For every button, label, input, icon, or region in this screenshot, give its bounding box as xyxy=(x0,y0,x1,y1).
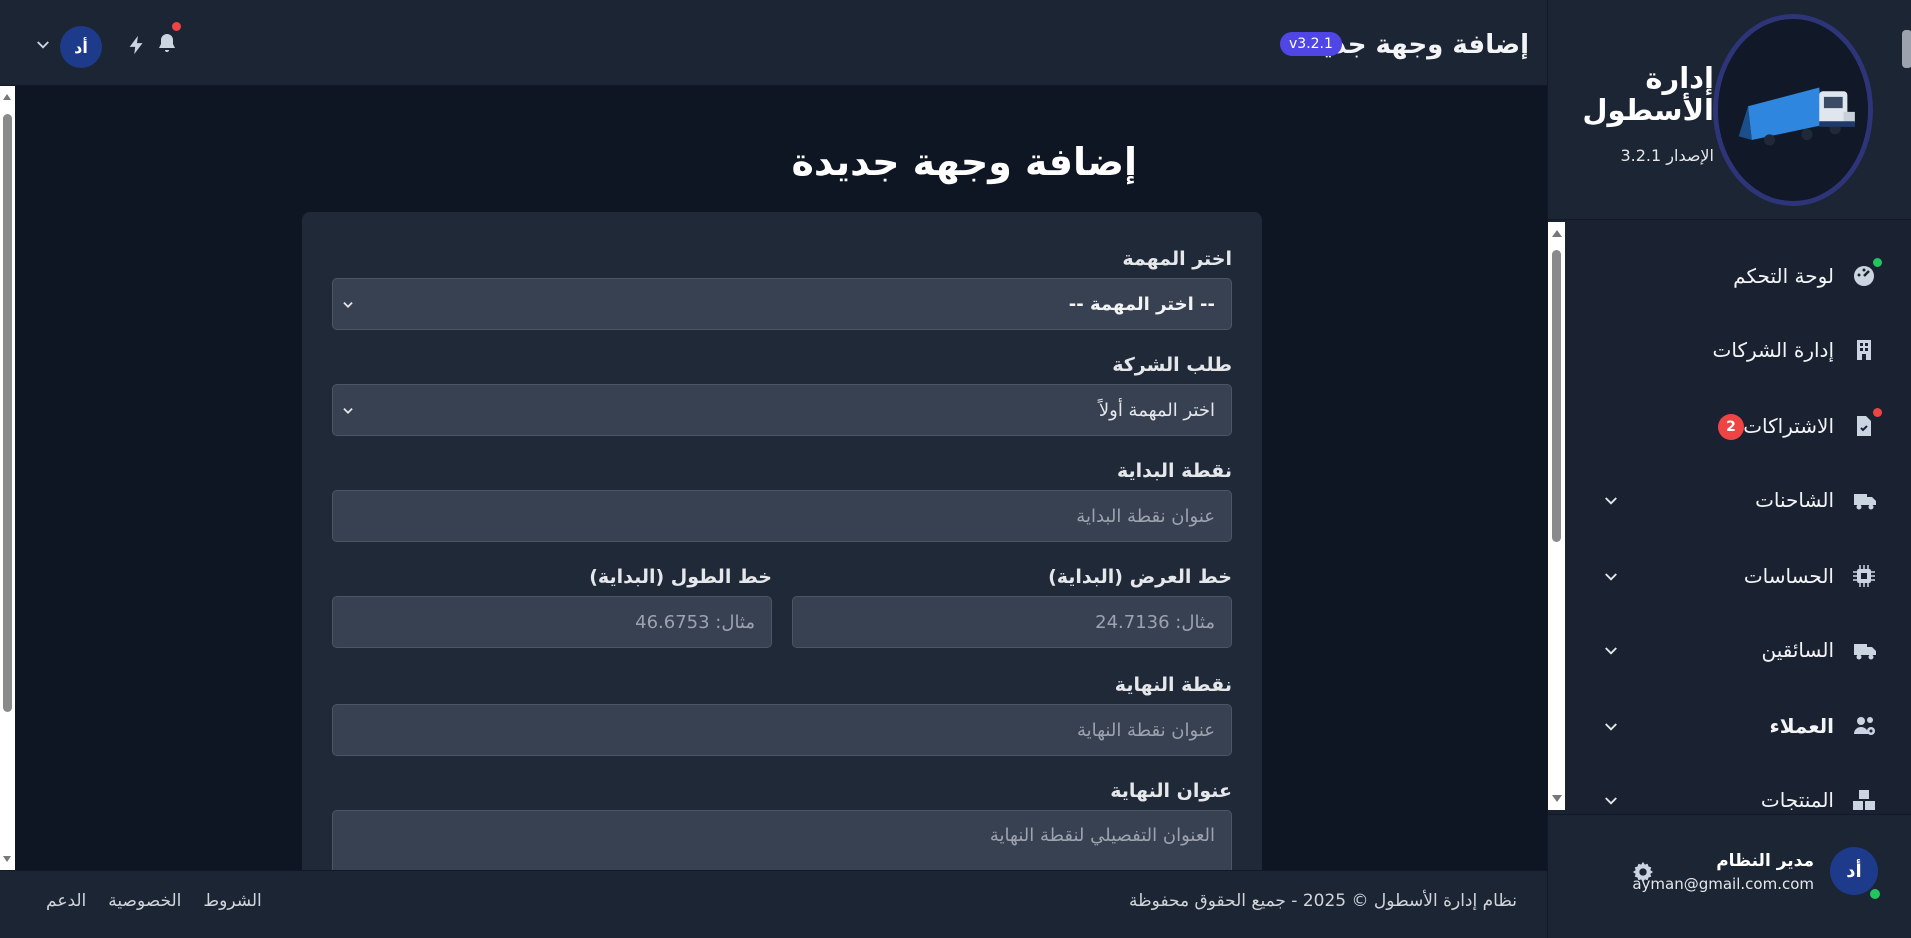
task-select-value: -- اختر المهمة -- xyxy=(1068,293,1215,315)
footer-link-privacy[interactable]: الخصوصية xyxy=(108,891,181,911)
start-lng-input[interactable]: مثال: 46.6753 xyxy=(332,596,772,648)
scroll-up-arrow-icon[interactable] xyxy=(1552,230,1562,237)
end-point-input[interactable]: عنوان نقطة النهاية xyxy=(332,704,1232,756)
start-point-label: نقطة البداية xyxy=(1116,460,1232,482)
sidebar-item-sensors[interactable]: الحساسات xyxy=(1568,546,1898,606)
user-name: مدير النظام xyxy=(1716,851,1814,871)
sidebar-item-trucks[interactable]: الشاحنات xyxy=(1568,470,1898,530)
sidebar: إدارة الأسطول الإصدار 3.2.1 لوحة التحكم … xyxy=(1547,0,1911,938)
subscriptions-count-badge: 2 xyxy=(1718,414,1744,440)
sidebar-item-dashboard[interactable]: لوحة التحكم xyxy=(1568,246,1898,306)
chevron-down-icon xyxy=(343,408,353,414)
sidebar-brand: إدارة الأسطول الإصدار 3.2.1 xyxy=(1548,0,1911,220)
chip-icon xyxy=(1852,564,1876,588)
start-point-input[interactable]: عنوان نقطة البداية xyxy=(332,490,1232,542)
chevron-down-icon[interactable] xyxy=(1602,792,1620,810)
sidebar-item-drivers[interactable]: السائقين xyxy=(1568,620,1898,680)
chevron-down-icon[interactable] xyxy=(1602,568,1620,586)
sidebar-item-label: إدارة الشركات xyxy=(1712,338,1834,362)
truck-icon xyxy=(1852,488,1876,512)
alert-dot xyxy=(1873,408,1882,417)
chevron-down-icon[interactable] xyxy=(1602,492,1620,510)
page-title: إضافة وجهة جديدة xyxy=(791,140,1137,184)
task-select[interactable]: -- اختر المهمة -- xyxy=(332,278,1232,330)
sidebar-item-label: العملاء xyxy=(1769,714,1834,738)
gear-icon[interactable] xyxy=(1632,861,1654,883)
end-address-label: عنوان النهاية xyxy=(1110,780,1232,802)
scroll-thumb[interactable] xyxy=(1552,250,1561,542)
sidebar-item-label: لوحة التحكم xyxy=(1733,264,1834,288)
building-icon xyxy=(1852,338,1876,362)
topbar: إضافة وجهة جديدة v3.2.1 أد xyxy=(0,0,1547,86)
sidebar-scrollbar[interactable] xyxy=(1548,222,1565,810)
brand-version: الإصدار 3.2.1 xyxy=(1620,146,1714,165)
user-avatar-menu[interactable]: أد xyxy=(60,26,102,68)
scroll-thumb[interactable] xyxy=(3,114,12,712)
main-scrollbar[interactable] xyxy=(0,86,15,870)
scroll-up-arrow-icon[interactable] xyxy=(3,94,11,100)
start-lng-label: خط الطول (البداية) xyxy=(589,566,772,588)
sidebar-item-subscriptions[interactable]: الاشتراكات 2 xyxy=(1568,396,1898,456)
company-request-value: اختر المهمة أولاً xyxy=(1098,399,1215,421)
sidebar-item-label: السائقين xyxy=(1761,638,1834,662)
end-point-label: نقطة النهاية xyxy=(1114,674,1232,696)
sidebar-item-customers[interactable]: العملاء xyxy=(1568,696,1898,756)
notifications-bell-icon[interactable] xyxy=(155,31,179,57)
footer: نظام إدارة الأسطول © 2025 - جميع الحقوق … xyxy=(0,870,1547,938)
version-badge: v3.2.1 xyxy=(1280,32,1342,56)
gauge-icon xyxy=(1852,264,1876,288)
truck-icon xyxy=(1852,638,1876,662)
brand-title: إدارة الأسطول xyxy=(1582,61,1714,127)
company-request-select[interactable]: اختر المهمة أولاً xyxy=(332,384,1232,436)
chevron-down-icon[interactable] xyxy=(1602,718,1620,736)
sidebar-item-label: الشاحنات xyxy=(1755,488,1834,512)
start-lat-input[interactable]: مثال: 24.7136 xyxy=(792,596,1232,648)
start-lat-label: خط العرض (البداية) xyxy=(1048,566,1232,588)
avatar[interactable]: أد xyxy=(1830,847,1878,895)
footer-links: الشروط الخصوصية الدعم xyxy=(46,891,262,911)
destination-form: اختر المهمة -- اختر المهمة -- طلب الشركة… xyxy=(302,212,1262,880)
footer-link-support[interactable]: الدعم xyxy=(46,891,86,911)
app-window: إضافة وجهة جديدة v3.2.1 أد إضافة وجهة جد… xyxy=(0,0,1911,938)
start-point-placeholder: عنوان نقطة البداية xyxy=(1076,505,1215,527)
task-label: اختر المهمة xyxy=(1122,248,1232,270)
user-panel: أد مدير النظام ayman@gmail.com.com xyxy=(1548,814,1911,938)
notification-dot xyxy=(172,22,181,31)
fleet-logo xyxy=(1713,14,1873,206)
footer-link-terms[interactable]: الشروط xyxy=(203,891,261,911)
start-lat-placeholder: مثال: 24.7136 xyxy=(1095,611,1215,633)
sidebar-item-label: الاشتراكات xyxy=(1743,414,1834,438)
start-lng-placeholder: مثال: 46.6753 xyxy=(635,611,755,633)
boxes-icon xyxy=(1852,788,1876,812)
chevron-down-icon[interactable] xyxy=(1602,642,1620,660)
company-request-label: طلب الشركة xyxy=(1112,354,1232,376)
chevron-down-icon xyxy=(343,302,353,308)
sidebar-item-label: المنتجات xyxy=(1760,788,1834,812)
sidebar-item-products[interactable]: المنتجات xyxy=(1568,770,1898,814)
sidebar-item-companies[interactable]: إدارة الشركات xyxy=(1568,320,1898,380)
document-icon xyxy=(1852,414,1876,438)
users-cog-icon xyxy=(1852,714,1876,738)
scroll-down-arrow-icon[interactable] xyxy=(3,856,11,862)
window-edge-handle[interactable] xyxy=(1902,30,1911,68)
bolt-icon[interactable] xyxy=(126,33,148,57)
online-status-dot xyxy=(1870,889,1880,899)
end-address-placeholder: العنوان التفصيلي لنقطة النهاية xyxy=(989,825,1215,846)
main-area: إضافة وجهة جديدة v3.2.1 أد إضافة وجهة جد… xyxy=(0,0,1547,938)
scroll-down-arrow-icon[interactable] xyxy=(1552,795,1562,802)
chevron-down-icon[interactable] xyxy=(34,36,52,54)
end-point-placeholder: عنوان نقطة النهاية xyxy=(1076,719,1215,741)
footer-copyright: نظام إدارة الأسطول © 2025 - جميع الحقوق … xyxy=(1129,891,1517,911)
user-email: ayman@gmail.com.com xyxy=(1632,875,1814,893)
status-dot xyxy=(1873,258,1882,267)
sidebar-item-label: الحساسات xyxy=(1743,564,1834,588)
